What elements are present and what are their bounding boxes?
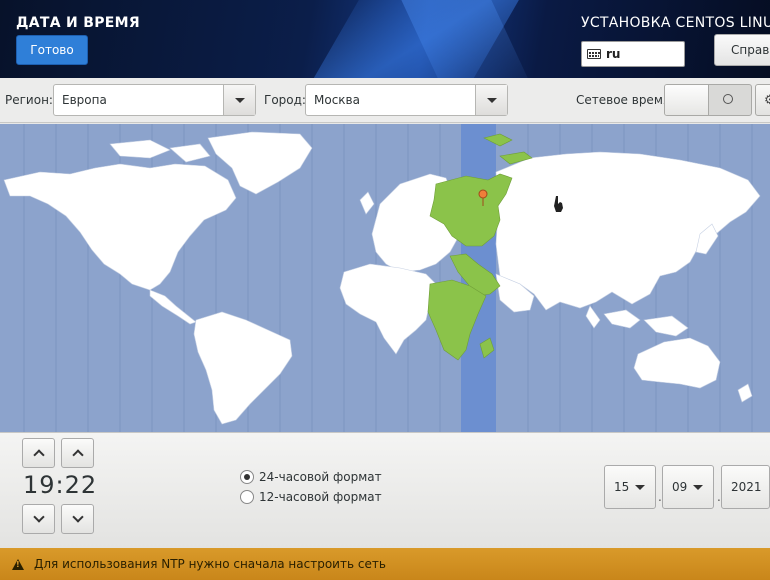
region-dropdown-button[interactable] (223, 85, 255, 115)
warning-icon (12, 558, 24, 570)
page-title: ДАТА И ВРЕМЯ (16, 15, 140, 31)
radio-unselected[interactable] (240, 490, 254, 504)
city-value: Москва (314, 93, 360, 107)
chevron-down-icon (693, 484, 704, 490)
keyboard-layout-label: ru (606, 47, 621, 61)
chevron-down-icon (32, 511, 45, 523)
warning-bar: Для использования NTP нужно сначала наст… (0, 548, 770, 580)
city-label: Город: (264, 93, 306, 107)
day-combo[interactable]: 15 (604, 465, 656, 509)
done-button[interactable]: Готово (16, 35, 88, 65)
hour-down-button[interactable] (22, 504, 55, 534)
install-title: УСТАНОВКА CENTOS LINU (581, 15, 770, 31)
chevron-down-icon (71, 511, 84, 523)
help-button[interactable]: Справ (714, 34, 770, 66)
year-value: 2021 (731, 480, 762, 494)
chevron-down-icon (234, 97, 245, 103)
toggle-knob (665, 85, 709, 115)
keyboard-layout-indicator[interactable]: ru (581, 41, 685, 67)
region-value: Европа (62, 93, 107, 107)
time-display: 19:22 (23, 471, 98, 499)
month-value: 09 (672, 480, 688, 494)
format-12-label: 12-часовой формат (259, 490, 382, 504)
chevron-down-icon (635, 484, 646, 490)
hour-up-button[interactable] (22, 438, 55, 468)
month-combo[interactable]: 09 (662, 465, 714, 509)
timezone-map[interactable] (0, 124, 770, 432)
city-combo[interactable]: Москва (305, 84, 508, 116)
network-time-toggle[interactable] (664, 84, 752, 116)
keyboard-icon (587, 49, 601, 59)
selected-city-marker[interactable] (478, 189, 488, 199)
gear-icon: ⚙ (764, 93, 770, 108)
city-dropdown-button[interactable] (475, 85, 507, 115)
year-combo[interactable]: 2021 (721, 465, 770, 509)
chevron-down-icon (486, 97, 497, 103)
off-indicator-icon (723, 94, 733, 104)
minute-up-button[interactable] (61, 438, 94, 468)
chevron-up-icon (32, 449, 45, 461)
region-combo[interactable]: Европа (53, 84, 256, 116)
world-map (0, 124, 770, 432)
chevron-up-icon (71, 449, 84, 461)
minute-down-button[interactable] (61, 504, 94, 534)
format-24-label: 24-часовой формат (259, 470, 382, 484)
warning-message: Для использования NTP нужно сначала наст… (34, 557, 386, 571)
format-24-option[interactable]: 24-часовой формат (240, 470, 382, 484)
day-value: 15 (614, 480, 630, 494)
region-label: Регион: (5, 93, 53, 107)
format-12-option[interactable]: 12-часовой формат (240, 490, 382, 504)
ntp-settings-button[interactable]: ⚙ (755, 84, 770, 116)
network-time-label: Сетевое время (576, 93, 671, 107)
radio-selected[interactable] (240, 470, 254, 484)
